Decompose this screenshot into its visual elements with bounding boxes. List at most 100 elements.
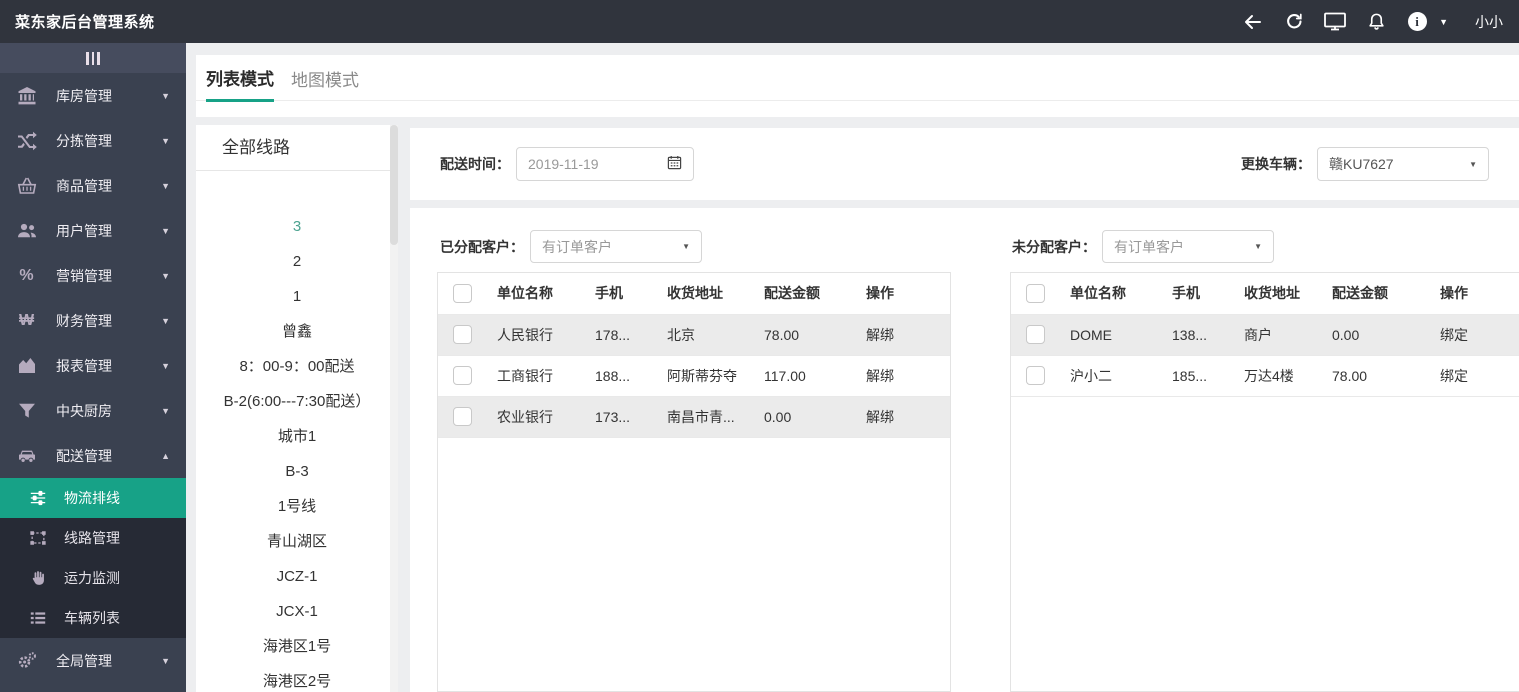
column-header: 单位名称 <box>1058 273 1160 314</box>
assigned-customer-value: 有订单客户 <box>542 237 612 257</box>
row-checkbox[interactable] <box>1026 325 1045 344</box>
action-link[interactable]: 解绑 <box>854 314 950 355</box>
row-checkbox[interactable] <box>1026 366 1045 385</box>
column-header: 收货地址 <box>655 273 752 314</box>
object-group-icon <box>28 529 47 548</box>
refresh-icon[interactable] <box>1283 11 1305 33</box>
delivery-date-input[interactable]: 2019-11-19 <box>516 147 694 181</box>
route-item[interactable]: 城市1 <box>196 419 398 454</box>
shuffle-icon <box>16 130 37 151</box>
basket-icon <box>16 175 37 196</box>
sidebar-item-label: 全局管理 <box>56 651 112 671</box>
monitor-icon[interactable] <box>1324 11 1346 33</box>
unassigned-customer-value: 有订单客户 <box>1114 237 1184 257</box>
sidebar: 库房管理 ▼ 分拣管理 ▼ 商品管理 ▼ 用户管理 ▼ % 营销管理 ▼ ₩ 财… <box>0 43 186 692</box>
row-checkbox[interactable] <box>453 366 472 385</box>
change-vehicle-label: 更换车辆： <box>1241 154 1311 174</box>
sidebar-subitem-route-management[interactable]: 线路管理 <box>0 518 186 558</box>
route-item[interactable]: 海港区2号 <box>196 664 398 692</box>
route-item[interactable]: JCX-1 <box>196 594 398 629</box>
chevron-down-icon: ▼ <box>161 91 170 101</box>
table-cell: 117.00 <box>752 355 854 396</box>
sidebar-collapse-button[interactable] <box>0 43 186 73</box>
filter-bar: 配送时间： 2019-11-19 更换车辆： 赣KU7627 ▼ <box>410 128 1519 200</box>
route-item[interactable]: 1号线 <box>196 489 398 524</box>
route-item[interactable]: B-3 <box>196 454 398 489</box>
route-item[interactable]: 青山湖区 <box>196 524 398 559</box>
vehicle-select[interactable]: 赣KU7627 ▼ <box>1317 147 1489 181</box>
assigned-customers-table: 单位名称手机收货地址配送金额操作人民银行178...北京78.00解绑工商银行1… <box>437 272 951 692</box>
sidebar-item-marketing[interactable]: % 营销管理 ▼ <box>0 253 186 298</box>
bell-icon[interactable] <box>1365 11 1387 33</box>
route-item[interactable]: 曾鑫 <box>196 314 398 349</box>
select-all-checkbox[interactable] <box>453 284 472 303</box>
table-cell: DOME <box>1058 314 1160 355</box>
tab-map-mode[interactable]: 地图模式 <box>291 66 359 100</box>
column-header: 手机 <box>1160 273 1232 314</box>
row-checkbox[interactable] <box>453 325 472 344</box>
table-cell: 173... <box>583 396 655 437</box>
column-header: 配送金额 <box>1320 273 1428 314</box>
table-cell: 138... <box>1160 314 1232 355</box>
sidebar-item-finance[interactable]: ₩ 财务管理 ▼ <box>0 298 186 343</box>
row-checkbox[interactable] <box>453 407 472 426</box>
username[interactable]: 小小 <box>1475 12 1503 32</box>
info-icon[interactable]: i <box>1406 11 1428 33</box>
chevron-down-icon: ▼ <box>1254 242 1262 251</box>
chevron-down-icon: ▼ <box>161 181 170 191</box>
scrollbar-thumb[interactable] <box>390 125 398 245</box>
sidebar-subitem-capacity-monitor[interactable]: 运力监测 <box>0 558 186 598</box>
list-icon <box>28 609 47 628</box>
chevron-down-icon: ▼ <box>1469 160 1477 169</box>
sidebar-item-label: 配送管理 <box>56 446 112 466</box>
assigned-customer-select[interactable]: 有订单客户 ▼ <box>530 230 702 263</box>
sidebar-item-reports[interactable]: 报表管理 ▼ <box>0 343 186 388</box>
sidebar-subitem-label: 运力监测 <box>64 568 120 588</box>
table-cell: 78.00 <box>752 314 854 355</box>
action-link[interactable]: 解绑 <box>854 355 950 396</box>
table-header-row: 单位名称手机收货地址配送金额操作 <box>438 273 950 314</box>
sidebar-item-delivery[interactable]: 配送管理 ▲ <box>0 433 186 478</box>
select-all-checkbox[interactable] <box>1026 284 1045 303</box>
route-list-scrollbar[interactable] <box>390 125 398 692</box>
table-cell: 万达4楼 <box>1232 355 1320 396</box>
sidebar-item-sorting[interactable]: 分拣管理 ▼ <box>0 118 186 163</box>
sidebar-item-label: 用户管理 <box>56 221 112 241</box>
route-item[interactable]: B-2(6:00---7:30配送） <box>196 384 398 419</box>
user-dropdown-caret-icon[interactable]: ▼ <box>1439 17 1448 27</box>
column-header: 手机 <box>583 273 655 314</box>
tab-list-mode[interactable]: 列表模式 <box>206 65 274 102</box>
route-item[interactable]: 3 <box>196 209 398 244</box>
route-item[interactable]: 2 <box>196 244 398 279</box>
route-item[interactable]: 海港区1号 <box>196 629 398 664</box>
route-item[interactable]: 8：00-9：00配送 <box>196 349 398 384</box>
sidebar-item-global[interactable]: 全局管理 ▼ <box>0 638 186 683</box>
calendar-icon[interactable] <box>667 155 682 173</box>
action-link[interactable]: 解绑 <box>854 396 950 437</box>
percent-icon: % <box>16 265 37 286</box>
unassigned-customer-select[interactable]: 有订单客户 ▼ <box>1102 230 1274 263</box>
action-link[interactable]: 绑定 <box>1428 355 1519 396</box>
topbar: 菜东家后台管理系统 i ▼ 小小 <box>0 0 1519 43</box>
route-panel-title: 全部线路 <box>196 125 398 171</box>
table-header-row: 单位名称手机收货地址配送金额操作 <box>1011 273 1519 314</box>
sidebar-item-warehouse[interactable]: 库房管理 ▼ <box>0 73 186 118</box>
sidebar-item-users[interactable]: 用户管理 ▼ <box>0 208 186 253</box>
sidebar-subitem-label: 物流排线 <box>64 488 120 508</box>
sliders-icon <box>28 489 47 508</box>
unassigned-customer-filter: 未分配客户： 有订单客户 ▼ <box>1012 230 1274 263</box>
sidebar-item-central-kitchen[interactable]: 中央厨房 ▼ <box>0 388 186 433</box>
table-row: 农业银行173...南昌市青...0.00解绑 <box>438 396 950 437</box>
sidebar-subitem-logistics-routing[interactable]: 物流排线 <box>0 478 186 518</box>
car-icon <box>16 445 37 466</box>
table-cell: 北京 <box>655 314 752 355</box>
action-link[interactable]: 绑定 <box>1428 314 1519 355</box>
back-icon[interactable] <box>1242 11 1264 33</box>
sidebar-subitem-vehicle-list[interactable]: 车辆列表 <box>0 598 186 638</box>
route-item[interactable]: 1 <box>196 279 398 314</box>
route-item[interactable]: JCZ-1 <box>196 559 398 594</box>
sidebar-item-goods[interactable]: 商品管理 ▼ <box>0 163 186 208</box>
column-header: 配送金额 <box>752 273 854 314</box>
table-cell: 185... <box>1160 355 1232 396</box>
sidebar-item-label: 营销管理 <box>56 266 112 286</box>
